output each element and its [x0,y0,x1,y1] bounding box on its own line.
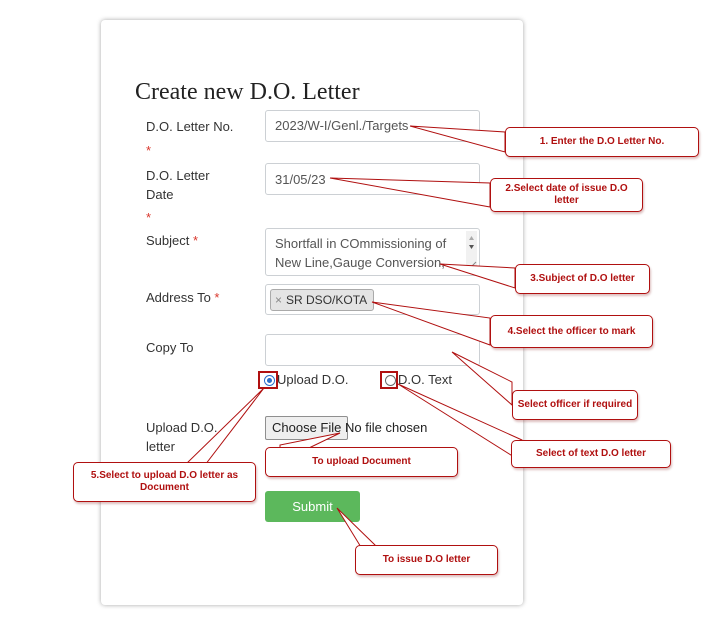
callout-upload-document: To upload Document [265,447,458,477]
callout-submit: To issue D.O letter [355,545,498,575]
address-to-label: Address To * [146,290,220,305]
copy-to-label: Copy To [146,340,194,355]
remove-tag-icon[interactable]: × [275,293,282,307]
choose-file-button[interactable]: Choose File [265,416,349,440]
callout-date: 2.Select date of issue D.O letter [490,178,643,212]
do-letter-date-input[interactable]: 31/05/23 [265,163,480,195]
textarea-scrollbar[interactable] [466,231,477,273]
do-letter-date-label: D.O. Letter Date [146,168,210,202]
copy-to-input[interactable] [265,334,480,366]
subject-label: Subject * [146,233,199,248]
callout-copy-to: Select officer if required [512,390,638,420]
callout-subject: 3.Subject of D.O letter [515,264,650,294]
page-title: Create new D.O. Letter [135,79,360,105]
callout-do-text: Select of text D.O letter [511,440,671,468]
required-marker: * [146,210,152,225]
upload-letter-label: Upload D.O. letter [146,420,218,454]
callout-upload-do: 5.Select to upload D.O letter as Documen… [73,462,256,502]
file-status-text: No file chosen [345,420,428,435]
highlight-box [258,371,278,389]
submit-button[interactable]: Submit [265,491,360,522]
callout-address-to: 4.Select the officer to mark [490,315,653,348]
required-marker: * [146,143,152,158]
highlight-box [380,371,398,389]
address-to-multiselect[interactable]: × SR DSO/KOTA [265,284,480,315]
subject-textarea[interactable]: Shortfall in COmmissioning of New Line,G… [265,228,480,276]
address-to-tag[interactable]: × SR DSO/KOTA [270,289,375,311]
do-letter-no-input[interactable]: 2023/W-I/Genl./Targets [265,110,480,142]
callout-letter-no: 1. Enter the D.O Letter No. [505,127,699,157]
do-letter-no-label: D.O. Letter No. [146,119,234,134]
